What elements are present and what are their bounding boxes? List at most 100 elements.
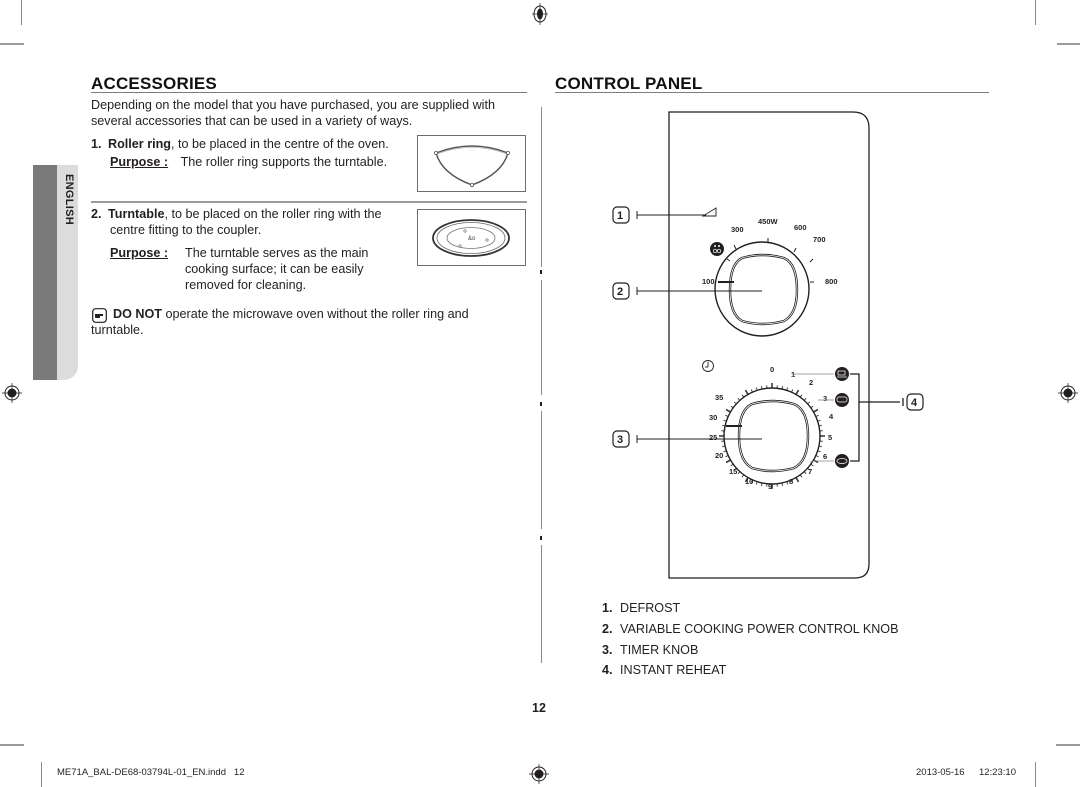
column-divider [541,411,542,529]
defrost-icon [710,242,724,256]
legend-label: INSTANT REHEAT [620,663,727,677]
item-name: Turntable [108,207,165,221]
turntable-icon: &o [432,219,510,257]
roller-ring-image [417,135,526,192]
note-emphasis: DO NOT [113,307,162,321]
svg-text:2: 2 [617,286,623,298]
item-separator [91,201,527,203]
clock-icon [702,360,714,372]
timer-label: 25 [709,433,717,442]
accessories-title: ACCESSORIES [91,74,217,93]
purpose-text: cooking surface; it can be easily [185,262,364,276]
timer-label: 35 [715,393,723,402]
timer-label: 0 [770,365,774,374]
timer-label: 7 [808,467,812,476]
power-label: 450W [758,217,779,226]
page-number: 12 [532,701,546,715]
cup-reheat-icon [835,367,849,381]
item-desc-line2: centre fitting to the coupler. [110,223,262,237]
power-label: 800 [825,277,838,286]
timer-knob [723,387,821,485]
timer-label: 20 [715,451,723,460]
crop-mark-right-top [1057,43,1080,45]
callout-4: 4 [906,393,924,411]
crop-mark-bottom-right [1035,762,1036,787]
timer-label: 15 [729,467,737,476]
purpose-label: Purpose : [110,155,169,169]
timer-label: 8 [789,477,793,486]
timer-label: 9 [768,482,772,491]
control-panel-diagram: 1 100 300 450W 600 700 800 2 0 1 2 3 4 5… [612,111,924,579]
column-divider [541,107,542,267]
registration-mark-icon [529,764,549,784]
legend-item-timer-knob: 3. TIMER KNOB [602,643,698,657]
language-tab-dark [33,165,57,380]
purpose-text: removed for cleaning. [185,278,307,292]
purpose-label: Purpose : [110,246,169,260]
pointing-hand-icon [92,308,107,323]
legend-label: TIMER KNOB [620,643,699,657]
control-panel-title: CONTROL PANEL [555,74,703,93]
plate-reheat-icon [835,393,849,407]
intro-line: several accessories that can be used in … [91,114,413,128]
legend-number: 4. [602,663,613,677]
footer-time: 12:23:10 [979,767,1016,778]
item-name: Roller ring [108,137,171,151]
footer-date: 2013-05-16 [916,767,965,778]
accessories-title-rule [91,92,527,93]
crop-mark-left-top [0,43,24,45]
legend-number: 2. [602,622,613,636]
crop-mark-top-right [1035,0,1036,25]
svg-text:4: 4 [911,397,918,409]
accessory-item-turntable: 2. Turntable, to be placed on the roller… [91,206,411,238]
timer-label: 5 [828,433,832,442]
item-desc: , to be placed on the roller ring with t… [164,207,382,221]
registration-mark-icon [532,3,548,25]
column-divider-tick [540,270,542,274]
column-divider [541,545,542,663]
control-panel-title-rule [555,92,989,93]
accessory-item-roller-ring: 1. Roller ring, to be placed in the cent… [91,136,411,152]
legend-label: DEFROST [620,601,681,615]
warning-note-line2: turntable. [91,323,144,337]
purpose-text: The roller ring supports the turntable. [180,155,388,169]
svg-text:1: 1 [617,210,623,222]
roller-ring-icon [433,145,511,188]
footer-filename: ME71A_BAL-DE68-03794L-01_EN.indd 12 [57,767,245,778]
svg-text:&o: &o [468,236,476,242]
timer-label: 3 [823,394,827,403]
power-label: 100 [702,277,715,286]
svg-text:3: 3 [617,434,623,446]
timer-label: 6 [823,452,827,461]
item-number: 1. [91,137,102,151]
panel-outline [668,111,870,579]
timer-label: 30 [709,413,717,422]
roller-ring-purpose: Purpose : The roller ring supports the t… [110,154,410,170]
legend-item-power-knob: 2. VARIABLE COOKING POWER CONTROL KNOB [602,622,899,636]
legend-item-instant-reheat: 4. INSTANT REHEAT [602,663,726,677]
warning-note: DO NOT operate the microwave oven withou… [113,306,533,322]
registration-mark-icon [2,383,22,403]
power-label: 700 [813,235,826,244]
column-divider-tick [540,402,542,406]
timer-label: 10 [745,477,753,486]
turntable-image: &o [417,209,526,266]
intro-line: Depending on the model that you have pur… [91,98,495,112]
dish-reheat-icon [835,454,849,468]
crop-mark-top-left [21,0,22,25]
legend-item-defrost: 1. DEFROST [602,601,680,615]
legend-label: VARIABLE COOKING POWER CONTROL KNOB [620,622,899,636]
power-knob [714,241,810,337]
legend-number: 3. [602,643,613,657]
accessories-intro: Depending on the model that you have pur… [91,97,531,129]
item-number: 2. [91,207,102,221]
legend-number: 1. [602,601,613,615]
column-divider-tick [540,536,542,540]
timer-label: 2 [809,378,813,387]
registration-mark-icon [1058,383,1078,403]
crop-mark-right-bottom [1056,744,1080,746]
crop-mark-left-bottom [0,744,24,746]
power-label: 600 [794,223,807,232]
power-label: 300 [731,225,744,234]
item-desc: , to be placed in the centre of the oven… [171,137,389,151]
